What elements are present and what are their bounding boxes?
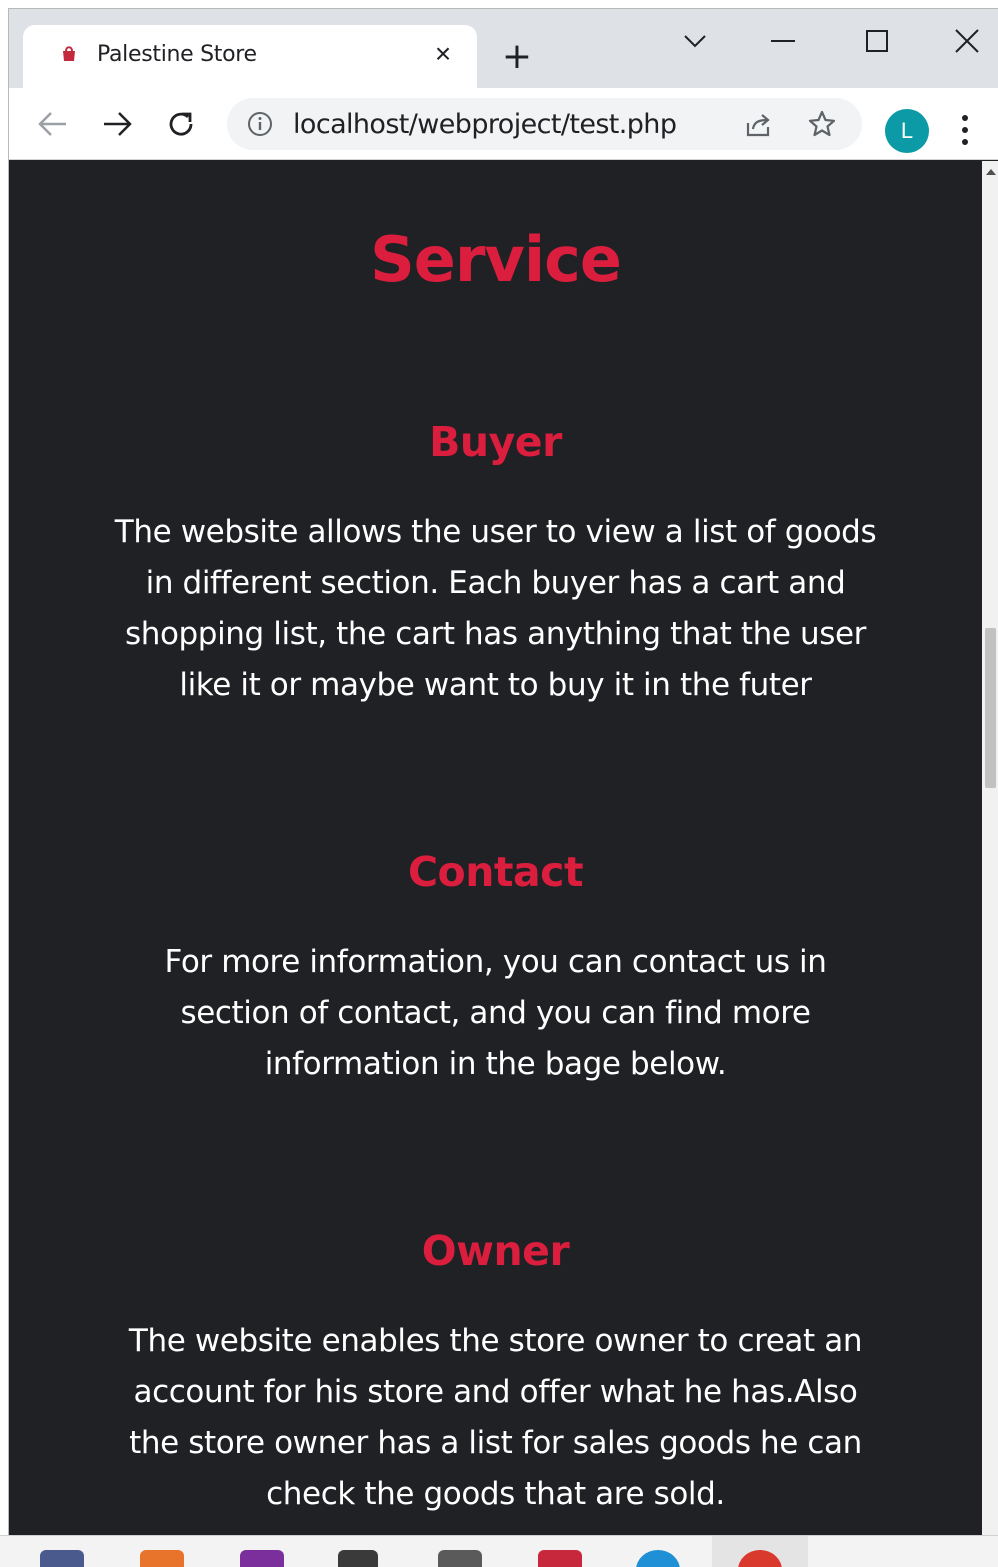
buyer-heading: Buyer <box>429 418 562 466</box>
page-scrollbar[interactable] <box>982 161 998 1535</box>
text-line: like it or maybe want to buy it in the f… <box>179 667 812 703</box>
app-icon-2[interactable] <box>338 1550 378 1567</box>
app-icon[interactable] <box>140 1550 184 1567</box>
text-line: section of contact, and you can find mor… <box>180 995 811 1031</box>
browser-toolbar: localhost/webproject/test.php L <box>9 88 998 160</box>
gmail-icon[interactable] <box>538 1550 582 1567</box>
text-line: The website enables the store owner to c… <box>128 1323 863 1359</box>
edge-icon[interactable] <box>636 1550 680 1567</box>
contact-paragraph: For more information, you can contact us… <box>43 937 948 1090</box>
tab-search-chevron-icon[interactable] <box>673 19 717 63</box>
bookmark-star-icon[interactable] <box>807 109 837 139</box>
scrollbar-thumb[interactable] <box>985 628 996 788</box>
tab-title: Palestine Store <box>97 42 257 67</box>
text-line: in different section. Each buyer has a c… <box>145 565 846 601</box>
maximize-icon[interactable] <box>855 19 899 63</box>
tab-strip: Palestine Store × + <box>9 9 998 88</box>
text-line: check the goods that are sold. <box>266 1476 725 1512</box>
buyer-paragraph: The website allows the user to view a li… <box>43 507 948 711</box>
address-bar[interactable]: localhost/webproject/test.php <box>227 98 862 150</box>
text-line: information in the bage below. <box>264 1046 727 1082</box>
file-explorer-icon[interactable] <box>40 1550 84 1567</box>
more-menu-icon[interactable] <box>955 110 975 150</box>
text-line: The website allows the user to view a li… <box>114 514 877 550</box>
text-line: shopping list, the cart has anything tha… <box>124 616 867 652</box>
back-arrow-icon[interactable] <box>31 102 75 146</box>
forward-arrow-icon[interactable] <box>95 102 139 146</box>
url-text[interactable]: localhost/webproject/test.php <box>293 109 677 140</box>
site-info-icon[interactable] <box>247 111 273 137</box>
store-favicon-icon <box>63 46 75 61</box>
text-line: For more information, you can contact us… <box>164 944 827 980</box>
new-tab-button[interactable]: + <box>497 39 537 79</box>
profile-avatar[interactable]: L <box>885 109 929 153</box>
minimize-icon[interactable] <box>761 19 805 63</box>
browser-window: Palestine Store × + localhost/webproject… <box>8 8 998 1535</box>
owner-heading: Owner <box>421 1227 570 1275</box>
share-icon[interactable] <box>743 110 773 140</box>
scroll-up-arrow-icon[interactable] <box>986 169 996 175</box>
os-taskbar <box>0 1535 998 1567</box>
photoshop-icon[interactable] <box>240 1550 284 1567</box>
tab-close-icon[interactable]: × <box>427 39 459 71</box>
service-title: Service <box>370 223 622 296</box>
contact-heading: Contact <box>407 848 584 896</box>
reload-icon[interactable] <box>159 102 203 146</box>
owner-paragraph: The website enables the store owner to c… <box>43 1316 948 1520</box>
media-icon[interactable] <box>438 1550 482 1567</box>
tab-palestine-store[interactable]: Palestine Store × <box>23 25 477 88</box>
close-window-icon[interactable] <box>945 19 989 63</box>
text-line: account for his store and offer what he … <box>133 1374 858 1410</box>
text-line: the store owner has a list for sales goo… <box>129 1425 862 1461</box>
page-content: Service Buyer The website allows the use… <box>9 161 982 1535</box>
